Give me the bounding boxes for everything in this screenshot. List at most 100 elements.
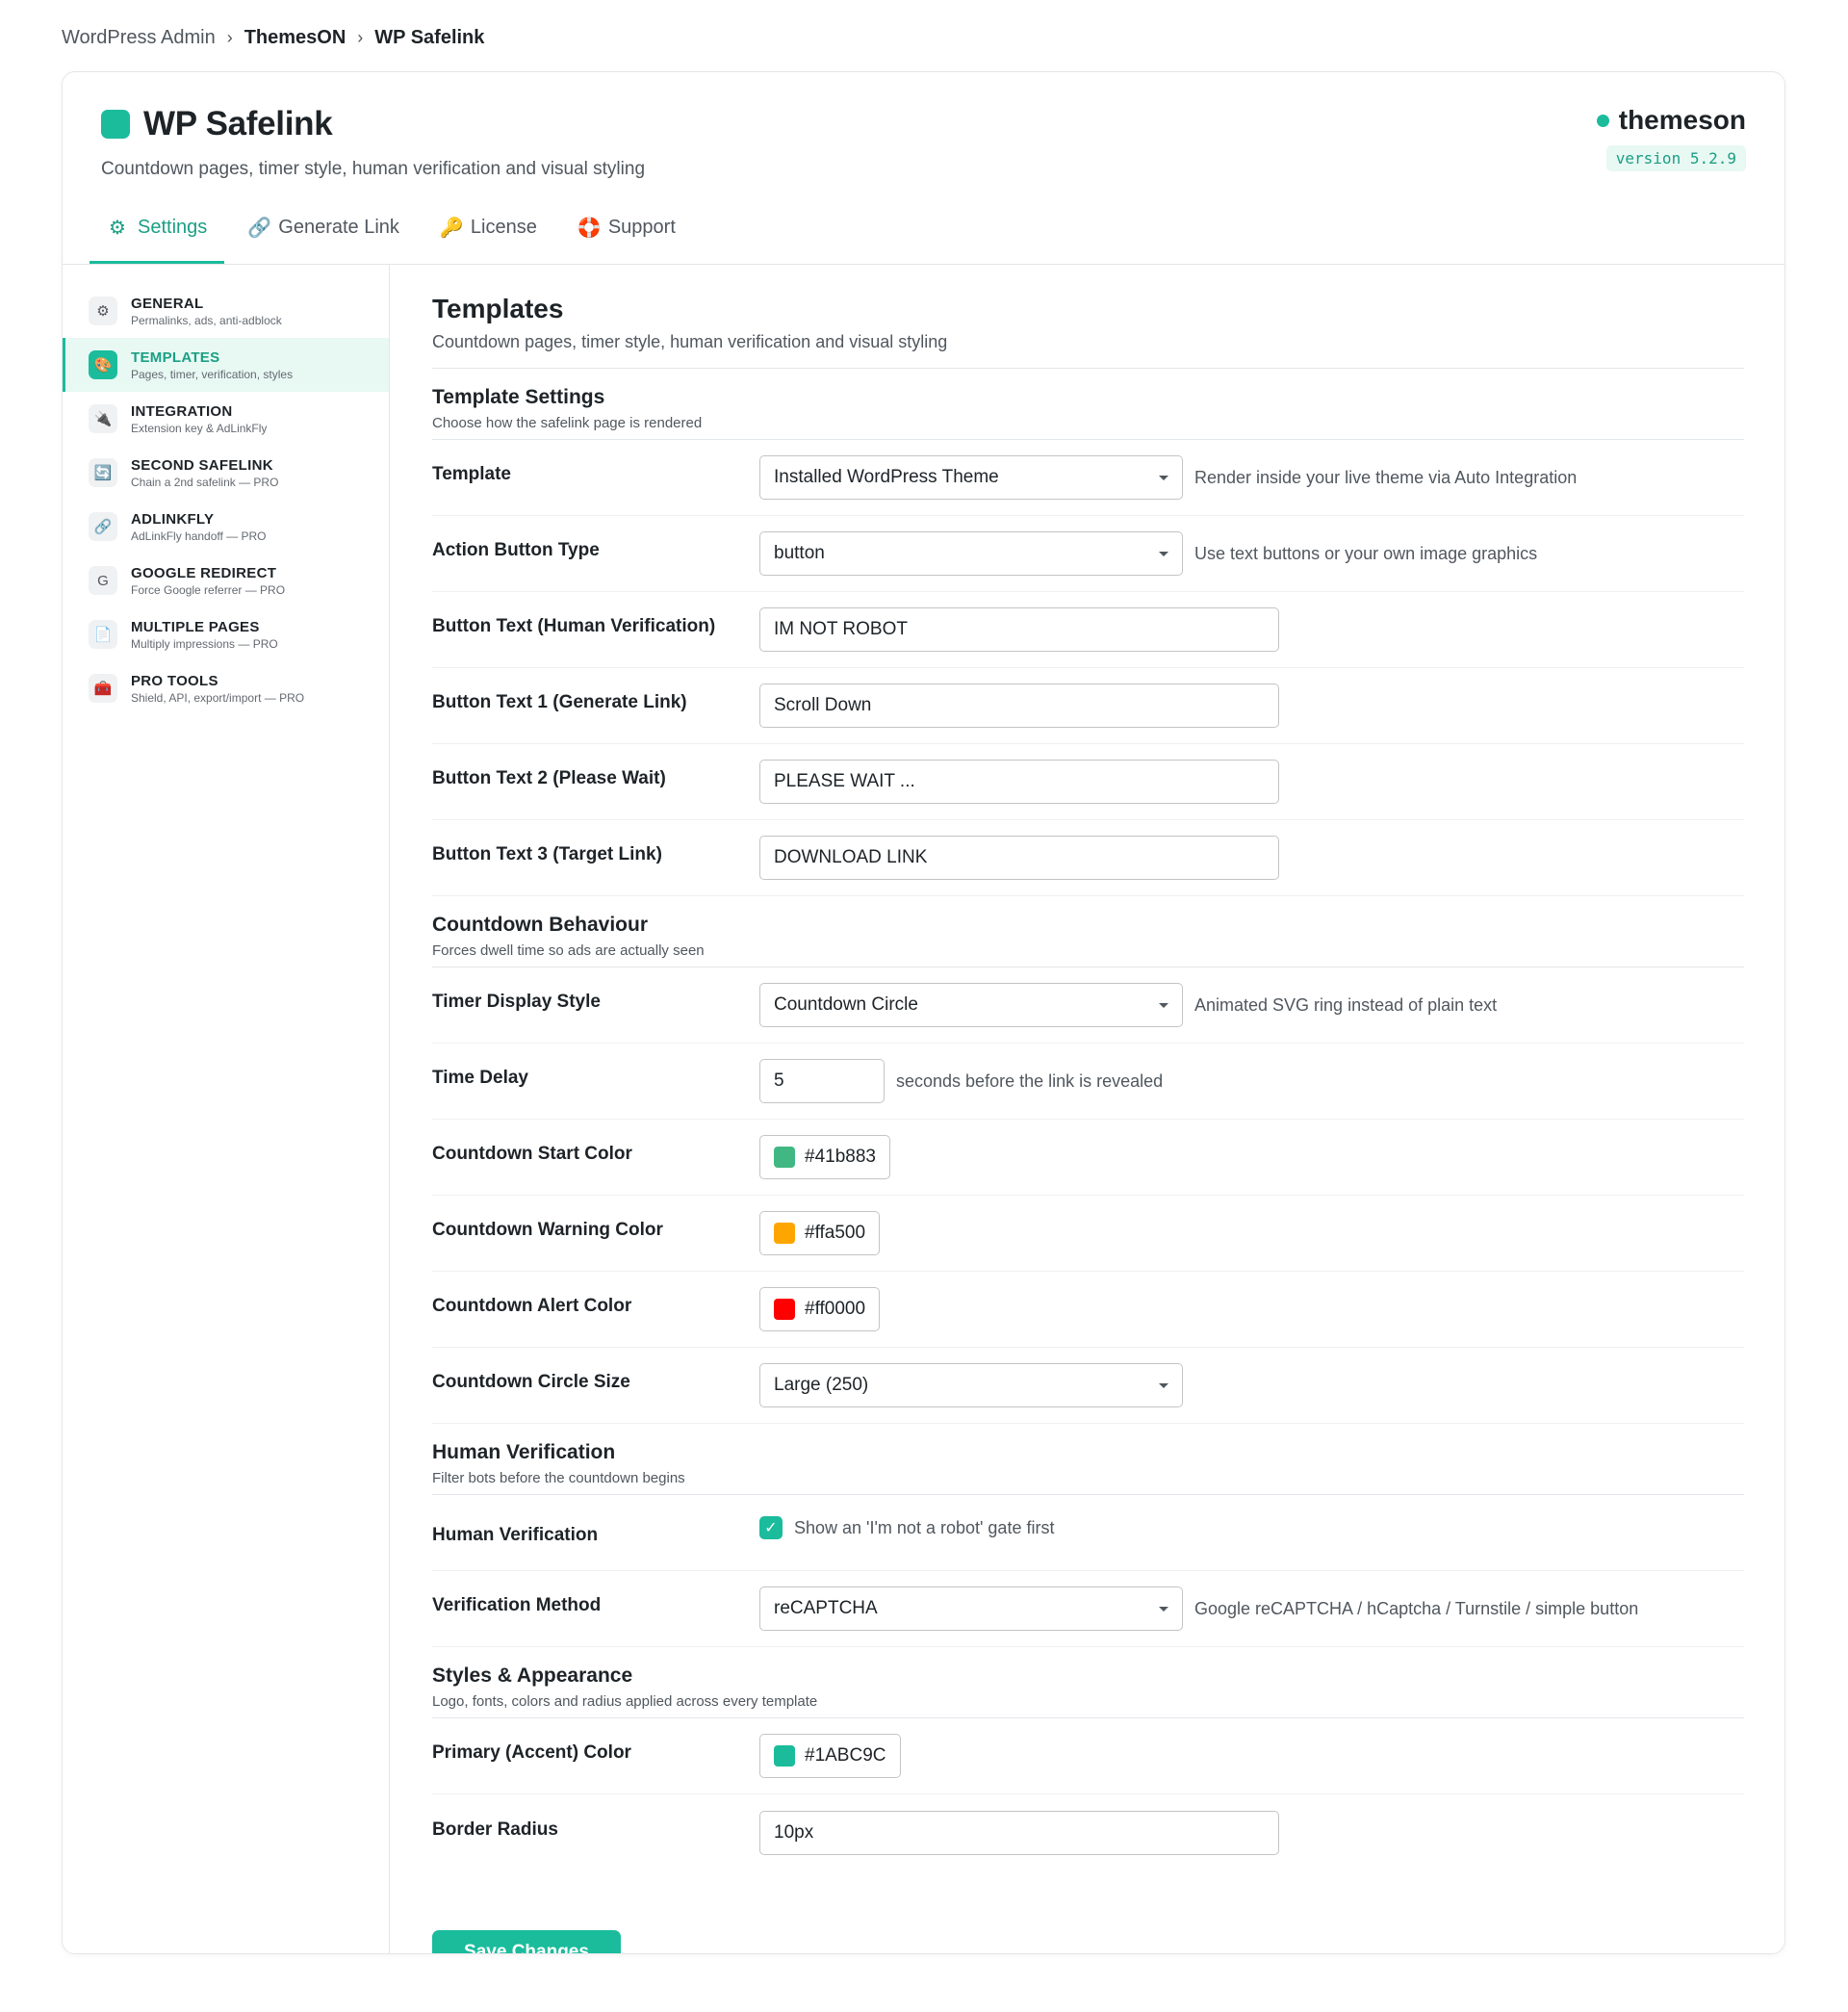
start-color-picker[interactable]: #41b883 — [759, 1135, 890, 1179]
lifebuoy-icon: 🛟 — [577, 218, 602, 239]
field-label: Button Text 3 (Target Link) — [432, 844, 662, 864]
action-button-type-select[interactable]: button — [759, 531, 1183, 576]
field-row-button-text-1: Button Text 1 (Generate Link) — [432, 668, 1744, 744]
field-row-circle-size: Countdown Circle Size Large (250) — [432, 1348, 1744, 1424]
chevron-down-icon — [1159, 1382, 1168, 1388]
time-delay-input[interactable] — [759, 1059, 885, 1103]
button-text-2-input[interactable] — [759, 760, 1279, 804]
field-label: Time Delay — [432, 1068, 528, 1088]
sidebar-item-title: GOOGLE REDIRECT — [131, 564, 277, 581]
vendor-badge: themeson version 5.2.9 — [1596, 105, 1746, 171]
tab-label: Support — [607, 217, 676, 238]
sidebar-item-general[interactable]: ⚙ GENERAL Permalinks, ads, anti-adblock — [63, 284, 389, 338]
field-row-verification-method: Verification Method reCAPTCHA Google reC… — [432, 1571, 1744, 1647]
repeat-icon: 🔄 — [89, 458, 117, 487]
sidebar-item-second-safelink[interactable]: 🔄 SECOND SAFELINK Chain a 2nd safelink — … — [63, 446, 389, 500]
chevron-down-icon — [1159, 475, 1168, 480]
breadcrumb: WordPress Admin › ThemesON › WP Safelink — [62, 27, 484, 49]
color-value: #41b883 — [805, 1147, 876, 1167]
field-label: Template — [432, 464, 512, 484]
section-countdown-behaviour: Countdown Behaviour Forces dwell time so… — [432, 914, 1744, 967]
field-row-start-color: Countdown Start Color #41b883 — [432, 1120, 1744, 1196]
save-changes-button[interactable]: Save Changes — [432, 1930, 621, 1953]
primary-color-picker[interactable]: #1ABC9C — [759, 1734, 901, 1778]
section-subtitle: Forces dwell time so ads are actually se… — [432, 942, 705, 959]
sidebar-item-sub: Permalinks, ads, anti-adblock — [131, 313, 282, 327]
button-text-3-input[interactable] — [759, 836, 1279, 880]
color-swatch — [774, 1299, 795, 1320]
field-row-alert-color: Countdown Alert Color #ff0000 — [432, 1272, 1744, 1348]
field-row-human-verification: Human Verification ✓ Show an 'I'm not a … — [432, 1495, 1744, 1571]
field-row-border-radius: Border Radius — [432, 1794, 1744, 1870]
field-row-time-delay: Time Delay seconds before the link is re… — [432, 1044, 1744, 1120]
field-row-primary-color: Primary (Accent) Color #1ABC9C — [432, 1718, 1744, 1794]
chevron-down-icon — [1159, 1606, 1168, 1612]
breadcrumb-current: WP Safelink — [374, 27, 485, 48]
field-row-timer-style: Timer Display Style Countdown Circle Ani… — [432, 967, 1744, 1044]
circle-size-select[interactable]: Large (250) — [759, 1363, 1183, 1407]
field-row-action-button-type: Action Button Type button Use text butto… — [432, 516, 1744, 592]
tab-generate-link[interactable]: 🔗 Generate Link — [230, 216, 417, 264]
chevron-down-icon — [1159, 1002, 1168, 1008]
timer-style-select[interactable]: Countdown Circle — [759, 983, 1183, 1027]
section-subtitle: Choose how the safelink page is rendered — [432, 415, 703, 431]
field-label: Primary (Accent) Color — [432, 1742, 631, 1763]
field-label: Border Radius — [432, 1819, 558, 1840]
button-text-1-input[interactable] — [759, 684, 1279, 728]
section-subtitle: Filter bots before the countdown begins — [432, 1470, 685, 1486]
palette-icon: 🎨 — [89, 350, 117, 379]
link-icon: 🔗 — [247, 218, 272, 239]
template-select[interactable]: Installed WordPress Theme — [759, 455, 1183, 500]
select-value: reCAPTCHA — [774, 1598, 878, 1618]
chevron-down-icon — [1159, 551, 1168, 556]
tab-label: License — [470, 217, 537, 238]
field-description: Use text buttons or your own image graph… — [1194, 543, 1538, 563]
breadcrumb-root[interactable]: WordPress Admin — [62, 27, 216, 49]
border-radius-input[interactable] — [759, 1810, 1279, 1855]
brand: WP Safelink — [101, 105, 333, 143]
field-row-button-text-3: Button Text 3 (Target Link) — [432, 820, 1744, 896]
sidebar-item-pro-tools[interactable]: 🧰 PRO TOOLS Shield, API, export/import — … — [63, 661, 389, 715]
field-label: Button Text (Human Verification) — [432, 616, 716, 636]
sidebar-item-title: INTEGRATION — [131, 402, 233, 420]
sidebar-item-title: TEMPLATES — [131, 348, 220, 366]
section-title: Styles & Appearance — [432, 1664, 633, 1687]
pages-icon: 📄 — [89, 620, 117, 649]
settings-card: WP Safelink Countdown pages, timer style… — [62, 71, 1785, 1954]
select-value: Installed WordPress Theme — [774, 467, 999, 487]
sidebar-item-sub: AdLinkFly handoff — PRO — [131, 529, 267, 543]
gear-icon: ⚙ — [109, 218, 126, 239]
alert-color-picker[interactable]: #ff0000 — [759, 1287, 881, 1331]
plugin-subtitle: Countdown pages, timer style, human veri… — [101, 159, 646, 179]
button-text-human-input[interactable] — [759, 607, 1279, 652]
brand-logo-icon — [101, 110, 130, 139]
tab-license[interactable]: 🔑 License — [423, 216, 554, 264]
sidebar-item-sub: Extension key & AdLinkFly — [131, 421, 268, 435]
select-value: Countdown Circle — [774, 994, 918, 1015]
sidebar-item-title: MULTIPLE PAGES — [131, 618, 260, 635]
sidebar-item-adlinkfly[interactable]: 🔗 ADLINKFLY AdLinkFly handoff — PRO — [63, 500, 389, 554]
sidebar-item-sub: Multiply impressions — PRO — [131, 636, 278, 651]
breadcrumb-mid[interactable]: ThemesON — [244, 27, 346, 49]
select-value: Large (250) — [774, 1375, 869, 1395]
sidebar-item-title: SECOND SAFELINK — [131, 456, 273, 474]
sidebar-item-sub: Shield, API, export/import — PRO — [131, 690, 305, 705]
field-label: Verification Method — [432, 1595, 602, 1615]
field-label: Countdown Warning Color — [432, 1220, 663, 1240]
human-verification-checkbox[interactable]: ✓ — [759, 1516, 783, 1539]
tab-settings[interactable]: ⚙ Settings — [90, 216, 225, 264]
key-icon: 🔑 — [439, 218, 464, 239]
field-label: Action Button Type — [432, 540, 600, 560]
sidebar-item-templates[interactable]: 🎨 TEMPLATES Pages, timer, verification, s… — [63, 338, 389, 392]
verification-method-select[interactable]: reCAPTCHA — [759, 1586, 1183, 1631]
field-label: Countdown Alert Color — [432, 1296, 632, 1316]
warning-color-picker[interactable]: #ffa500 — [759, 1211, 881, 1255]
tab-label: Generate Link — [278, 217, 399, 238]
page-title: Templates — [432, 294, 564, 323]
sidebar-item-title: PRO TOOLS — [131, 672, 218, 689]
sidebar-item-multiple-pages[interactable]: 📄 MULTIPLE PAGES Multiply impressions — P… — [63, 607, 389, 661]
sidebar-item-google-redirect[interactable]: G GOOGLE REDIRECT Force Google referrer —… — [63, 554, 389, 607]
sidebar-item-integration[interactable]: 🔌 INTEGRATION Extension key & AdLinkFly — [63, 392, 389, 446]
gear-icon: ⚙ — [89, 297, 117, 325]
tab-support[interactable]: 🛟 Support — [560, 216, 693, 264]
